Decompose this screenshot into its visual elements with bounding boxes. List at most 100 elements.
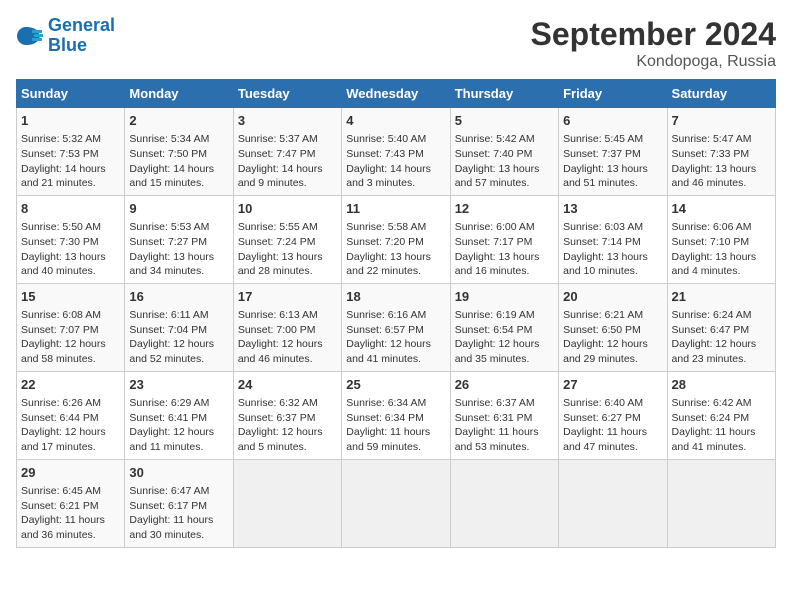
sunset: Sunset: 7:14 PM (563, 236, 641, 248)
day-cell: 23Sunrise: 6:29 AMSunset: 6:41 PMDayligh… (125, 371, 233, 459)
sunrise: Sunrise: 6:19 AM (455, 309, 535, 321)
day-cell: 7Sunrise: 5:47 AMSunset: 7:33 PMDaylight… (667, 108, 775, 196)
sunset: Sunset: 7:37 PM (563, 148, 641, 160)
daylight: Daylight: 13 hours and 28 minutes. (238, 251, 323, 278)
sunset: Sunset: 7:00 PM (238, 324, 316, 336)
day-cell: 13Sunrise: 6:03 AMSunset: 7:14 PMDayligh… (559, 195, 667, 283)
daylight: Daylight: 14 hours and 21 minutes. (21, 163, 106, 190)
sunrise: Sunrise: 5:50 AM (21, 221, 101, 233)
day-number: 22 (21, 376, 120, 394)
day-cell: 8 Sunrise: 5:50 AM Sunset: 7:30 PM Daylight… (17, 195, 125, 283)
sunset: Sunset: 6:34 PM (346, 412, 424, 424)
logo-line1: General (48, 15, 115, 35)
page-header: General Blue September 2024 Kondopoga, R… (16, 16, 776, 71)
logo-line2: Blue (48, 35, 87, 55)
day-number: 4 (346, 112, 445, 130)
sunset: Sunset: 7:53 PM (21, 148, 99, 160)
daylight: Daylight: 11 hours and 59 minutes. (346, 426, 430, 453)
sunset: Sunset: 7:30 PM (21, 236, 99, 248)
day-cell: 2Sunrise: 5:34 AMSunset: 7:50 PMDaylight… (125, 108, 233, 196)
sunrise: Sunrise: 5:32 AM (21, 133, 101, 145)
day-number: 8 (21, 200, 120, 218)
day-number: 3 (238, 112, 337, 130)
daylight: Daylight: 13 hours and 57 minutes. (455, 163, 540, 190)
day-cell: 24Sunrise: 6:32 AMSunset: 6:37 PMDayligh… (233, 371, 341, 459)
sunset: Sunset: 6:31 PM (455, 412, 533, 424)
daylight: Daylight: 13 hours and 51 minutes. (563, 163, 648, 190)
day-cell: 17Sunrise: 6:13 AMSunset: 7:00 PMDayligh… (233, 283, 341, 371)
sunset: Sunset: 6:21 PM (21, 500, 99, 512)
day-number: 6 (563, 112, 662, 130)
daylight: Daylight: 13 hours and 34 minutes. (129, 251, 214, 278)
day-cell: 22Sunrise: 6:26 AMSunset: 6:44 PMDayligh… (17, 371, 125, 459)
logo-icon (16, 22, 44, 50)
day-number: 1 (21, 112, 120, 130)
header-cell-saturday: Saturday (667, 80, 775, 108)
header-cell-sunday: Sunday (17, 80, 125, 108)
day-cell: 16Sunrise: 6:11 AMSunset: 7:04 PMDayligh… (125, 283, 233, 371)
header-cell-monday: Monday (125, 80, 233, 108)
day-cell: 5Sunrise: 5:42 AMSunset: 7:40 PMDaylight… (450, 108, 558, 196)
sunrise: Sunrise: 6:21 AM (563, 309, 643, 321)
sunrise: Sunrise: 6:47 AM (129, 485, 209, 497)
sunrise: Sunrise: 6:00 AM (455, 221, 535, 233)
sunset: Sunset: 6:54 PM (455, 324, 533, 336)
daylight: Daylight: 12 hours and 11 minutes. (129, 426, 214, 453)
sunset: Sunset: 7:27 PM (129, 236, 207, 248)
daylight: Daylight: 11 hours and 41 minutes. (672, 426, 756, 453)
sunrise: Sunrise: 5:42 AM (455, 133, 535, 145)
daylight: Daylight: 12 hours and 35 minutes. (455, 338, 540, 365)
daylight: Daylight: 13 hours and 4 minutes. (672, 251, 757, 278)
sunset: Sunset: 7:24 PM (238, 236, 316, 248)
sunrise: Sunrise: 6:40 AM (563, 397, 643, 409)
sunrise: Sunrise: 5:37 AM (238, 133, 318, 145)
day-cell: 20Sunrise: 6:21 AMSunset: 6:50 PMDayligh… (559, 283, 667, 371)
day-number: 26 (455, 376, 554, 394)
daylight: Daylight: 12 hours and 23 minutes. (672, 338, 757, 365)
day-number: 12 (455, 200, 554, 218)
day-cell: 19 Sunrise: 6:19 AM Sunset: 6:54 PM Dayligh… (450, 283, 558, 371)
day-number: 27 (563, 376, 662, 394)
sunset: Sunset: 6:44 PM (21, 412, 99, 424)
day-cell (559, 459, 667, 547)
sunset: Sunset: 7:33 PM (672, 148, 750, 160)
sunset: Sunset: 6:17 PM (129, 500, 207, 512)
day-number: 7 (672, 112, 771, 130)
day-cell (450, 459, 558, 547)
sunrise: Sunrise: 6:34 AM (346, 397, 426, 409)
day-cell: 29Sunrise: 6:45 AMSunset: 6:21 PMDayligh… (17, 459, 125, 547)
sunset: Sunset: 7:10 PM (672, 236, 750, 248)
day-number: 11 (346, 200, 445, 218)
daylight: Daylight: 12 hours and 17 minutes. (21, 426, 106, 453)
sunset: Sunset: 7:47 PM (238, 148, 316, 160)
day-cell: 12 Sunrise: 6:00 AM Sunset: 7:17 PM Dayligh… (450, 195, 558, 283)
header-cell-friday: Friday (559, 80, 667, 108)
day-number: 19 (455, 288, 554, 306)
sunset: Sunset: 6:57 PM (346, 324, 424, 336)
day-cell: 11Sunrise: 5:58 AMSunset: 7:20 PMDayligh… (342, 195, 450, 283)
daylight: Daylight: 13 hours and 16 minutes. (455, 251, 540, 278)
day-number: 15 (21, 288, 120, 306)
day-cell: 21Sunrise: 6:24 AMSunset: 6:47 PMDayligh… (667, 283, 775, 371)
daylight: Daylight: 12 hours and 5 minutes. (238, 426, 323, 453)
sunset: Sunset: 7:17 PM (455, 236, 533, 248)
day-number: 18 (346, 288, 445, 306)
daylight: Daylight: 14 hours and 9 minutes. (238, 163, 323, 190)
daylight: Daylight: 11 hours and 47 minutes. (563, 426, 647, 453)
day-cell: 26Sunrise: 6:37 AMSunset: 6:31 PMDayligh… (450, 371, 558, 459)
day-cell: 4Sunrise: 5:40 AMSunset: 7:43 PMDaylight… (342, 108, 450, 196)
day-cell: 10Sunrise: 5:55 AMSunset: 7:24 PMDayligh… (233, 195, 341, 283)
sunrise: Sunrise: 6:45 AM (21, 485, 101, 497)
daylight: Daylight: 13 hours and 22 minutes. (346, 251, 431, 278)
daylight: Daylight: 11 hours and 53 minutes. (455, 426, 539, 453)
week-row-1: 1 Sunrise: 5:32 AM Sunset: 7:53 PM Daylight… (17, 108, 776, 196)
daylight: Daylight: 13 hours and 40 minutes. (21, 251, 106, 278)
daylight: Daylight: 13 hours and 46 minutes. (672, 163, 757, 190)
day-number: 2 (129, 112, 228, 130)
sunset: Sunset: 6:37 PM (238, 412, 316, 424)
sunrise: Sunrise: 6:03 AM (563, 221, 643, 233)
day-cell: 27Sunrise: 6:40 AMSunset: 6:27 PMDayligh… (559, 371, 667, 459)
sunrise: Sunrise: 6:24 AM (672, 309, 752, 321)
sunrise: Sunrise: 5:34 AM (129, 133, 209, 145)
day-number: 16 (129, 288, 228, 306)
